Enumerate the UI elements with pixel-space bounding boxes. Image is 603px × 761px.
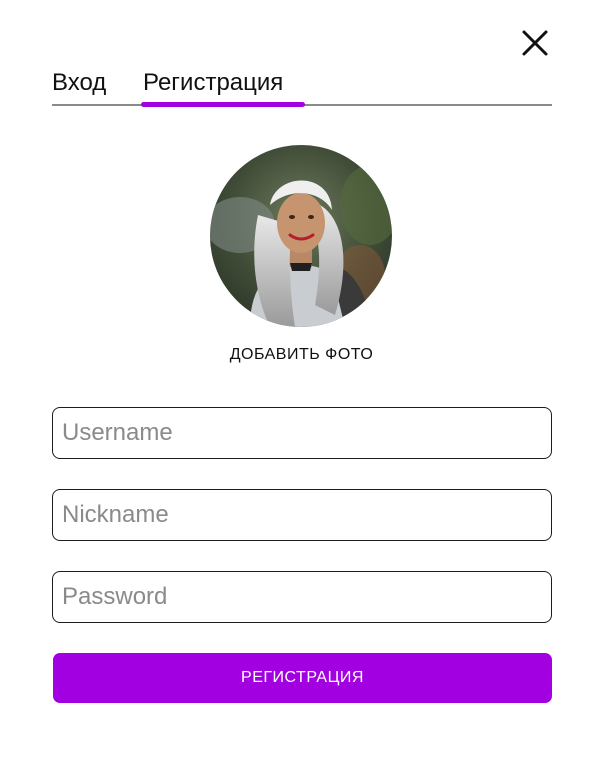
avatar[interactable]	[210, 145, 392, 327]
username-input[interactable]	[52, 407, 552, 459]
register-button[interactable]: РЕГИСТРАЦИЯ	[53, 653, 552, 703]
add-photo-link[interactable]: ДОБАВИТЬ ФОТО	[0, 346, 603, 364]
active-tab-indicator	[141, 102, 305, 107]
nickname-input[interactable]	[52, 489, 552, 541]
tab-login[interactable]: Вход	[52, 66, 106, 100]
password-input[interactable]	[52, 571, 552, 623]
auth-tabs: Вход Регистрация	[52, 66, 552, 107]
avatar-photo	[210, 145, 392, 327]
close-button[interactable]	[520, 28, 550, 58]
tab-registration[interactable]: Регистрация	[143, 66, 283, 100]
close-icon	[522, 30, 548, 56]
